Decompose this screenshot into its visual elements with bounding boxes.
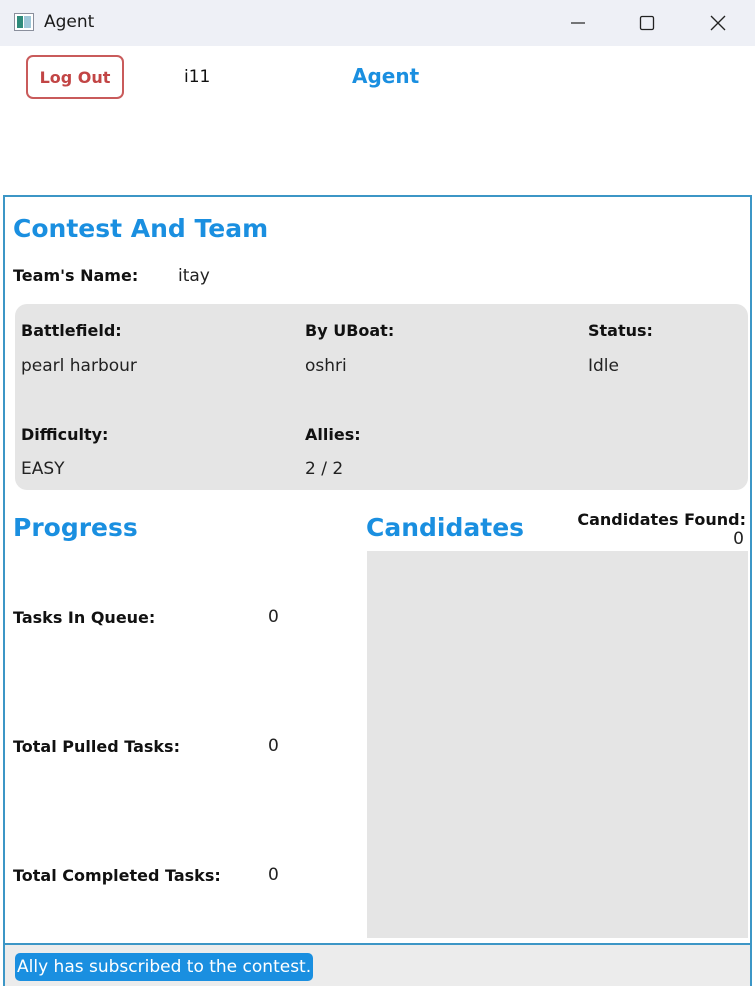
status-bar: Ally has subscribed to the contest. bbox=[3, 945, 752, 986]
allies-value: 2 / 2 bbox=[305, 459, 344, 479]
candidates-title: Candidates bbox=[366, 513, 525, 542]
candidates-found-label: Candidates Found: bbox=[577, 510, 746, 529]
candidates-found-value: 0 bbox=[733, 529, 744, 549]
uboat-label: By UBoat: bbox=[305, 321, 395, 340]
battlefield-value: pearl harbour bbox=[21, 356, 137, 376]
total-completed-value: 0 bbox=[268, 865, 279, 885]
allies-label: Allies: bbox=[305, 425, 361, 444]
user-name: i11 bbox=[184, 67, 211, 87]
total-pulled-label: Total Pulled Tasks: bbox=[13, 737, 180, 756]
window-title: Agent bbox=[44, 12, 95, 32]
total-completed-label: Total Completed Tasks: bbox=[13, 866, 221, 885]
page-title: Agent bbox=[352, 64, 420, 88]
difficulty-label: Difficulty: bbox=[21, 425, 109, 444]
window-titlebar: Agent bbox=[0, 0, 755, 46]
candidates-list[interactable] bbox=[367, 551, 748, 938]
difficulty-value: EASY bbox=[21, 459, 65, 479]
total-pulled-value: 0 bbox=[268, 736, 279, 756]
status-message: Ally has subscribed to the contest. bbox=[15, 953, 314, 981]
close-icon bbox=[710, 15, 726, 31]
uboat-value: oshri bbox=[305, 356, 347, 376]
status-label: Status: bbox=[588, 321, 653, 340]
tasks-in-queue-value: 0 bbox=[268, 607, 279, 627]
team-name-value: itay bbox=[178, 266, 210, 286]
close-button[interactable] bbox=[684, 0, 752, 46]
contest-info-box: Battlefield: pearl harbour By UBoat: osh… bbox=[15, 304, 748, 490]
main-panel: Contest And Team Team's Name: itay Battl… bbox=[3, 195, 752, 945]
contest-team-title: Contest And Team bbox=[13, 214, 269, 243]
tasks-in-queue-label: Tasks In Queue: bbox=[13, 608, 156, 627]
minimize-button[interactable] bbox=[544, 0, 612, 46]
logout-button[interactable]: Log Out bbox=[26, 55, 124, 99]
maximize-icon bbox=[639, 15, 655, 31]
battlefield-label: Battlefield: bbox=[21, 321, 122, 340]
app-icon bbox=[14, 13, 34, 31]
status-value: Idle bbox=[588, 356, 619, 376]
maximize-button[interactable] bbox=[613, 0, 681, 46]
progress-title: Progress bbox=[13, 513, 138, 542]
team-name-label: Team's Name: bbox=[13, 266, 139, 285]
minimize-icon bbox=[571, 22, 585, 24]
